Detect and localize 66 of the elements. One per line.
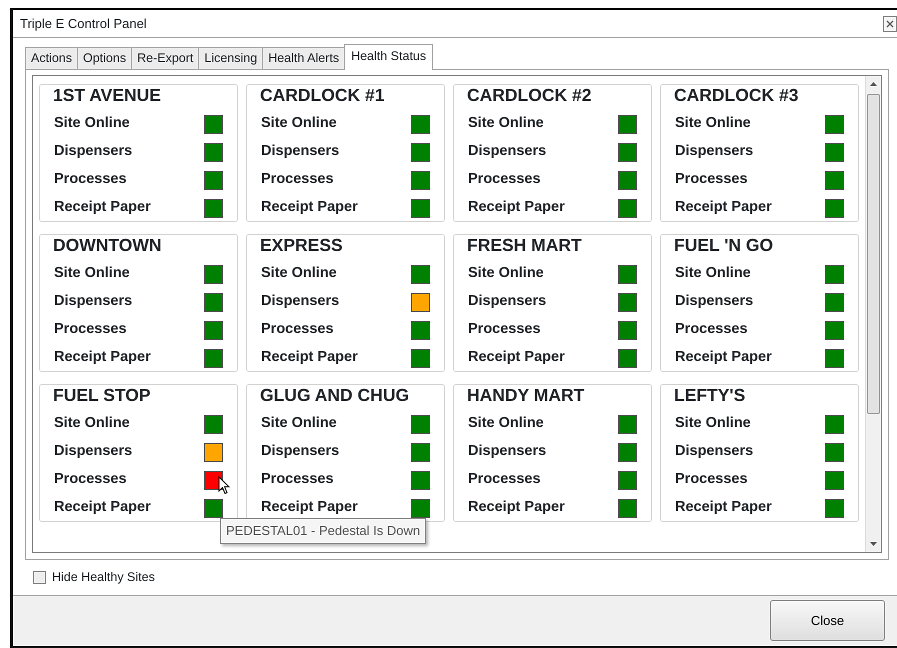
window-title: Triple E Control Panel: [20, 14, 147, 33]
close-button[interactable]: Close: [770, 600, 885, 642]
checkbox[interactable]: [33, 570, 46, 584]
status-label: Processes: [675, 320, 748, 340]
cursor-icon: [218, 476, 230, 495]
status-label: Site Online: [675, 414, 751, 434]
status-label: Processes: [54, 470, 127, 490]
tab[interactable]: Actions: [25, 47, 78, 69]
tab[interactable]: Re-Export: [131, 47, 200, 69]
status-label: Receipt Paper: [468, 198, 565, 218]
status-label: Site Online: [54, 264, 130, 284]
status-label: Processes: [261, 320, 334, 340]
status-label: Dispensers: [261, 292, 340, 312]
status-label: Processes: [468, 470, 541, 490]
status-label: Receipt Paper: [675, 498, 772, 518]
close-icon: [886, 20, 894, 28]
status-label: Dispensers: [261, 142, 340, 162]
status-label: Receipt Paper: [468, 348, 565, 368]
status-label: Site Online: [675, 264, 751, 284]
status-label: Processes: [261, 170, 334, 190]
status-label: Receipt Paper: [54, 348, 151, 368]
status-label: Dispensers: [468, 142, 546, 162]
status-label: Site Online: [261, 114, 337, 134]
status-label: Processes: [675, 170, 748, 190]
status-label: Site Online: [261, 414, 337, 434]
status-label: Dispensers: [54, 442, 132, 462]
status-label: Processes: [54, 320, 127, 340]
close-button[interactable]: [883, 16, 897, 32]
status-label: Processes: [54, 170, 127, 190]
status-label: Site Online: [468, 414, 544, 434]
status-label: Dispensers: [54, 142, 132, 162]
status-label: Receipt Paper: [675, 198, 772, 218]
tab[interactable]: Options: [77, 47, 132, 69]
status-label: Dispensers: [261, 442, 340, 462]
status-label: Site Online: [468, 114, 544, 134]
status-label: Site Online: [261, 264, 337, 284]
status-label: Processes: [675, 470, 748, 490]
status-label: Dispensers: [468, 442, 546, 462]
status-label: Dispensers: [675, 442, 754, 462]
status-label: Receipt Paper: [54, 198, 151, 218]
tab[interactable]: Health Status: [344, 44, 434, 70]
status-label: Dispensers: [468, 292, 546, 312]
tab[interactable]: Health Alerts: [262, 47, 346, 69]
scrollbar[interactable]: [865, 76, 881, 552]
status-label: Receipt Paper: [261, 348, 358, 368]
tab[interactable]: Licensing: [198, 47, 264, 69]
status-label: Dispensers: [675, 292, 754, 312]
status-label: Receipt Paper: [675, 348, 772, 368]
status-label: Site Online: [675, 114, 751, 134]
status-label: Receipt Paper: [54, 498, 151, 518]
status-label: Processes: [468, 320, 541, 340]
checkbox-label[interactable]: Hide Healthy Sites: [52, 568, 155, 587]
status-label: Processes: [261, 470, 334, 490]
scroll-thumb[interactable]: [867, 94, 880, 414]
status-label: Receipt Paper: [261, 498, 358, 518]
status-label: Dispensers: [54, 292, 132, 312]
status-label: Site Online: [468, 264, 544, 284]
status-label: Site Online: [54, 114, 130, 134]
up-arrow-icon[interactable]: [870, 82, 877, 86]
status-label: Receipt Paper: [468, 498, 565, 518]
down-arrow-icon[interactable]: [870, 542, 877, 546]
status-label: Site Online: [54, 414, 130, 434]
status-label: Receipt Paper: [261, 198, 358, 218]
tooltip: PEDESTAL01 - Pedestal Is Down: [220, 518, 426, 544]
status-label: Processes: [468, 170, 541, 190]
status-label: Dispensers: [675, 142, 754, 162]
